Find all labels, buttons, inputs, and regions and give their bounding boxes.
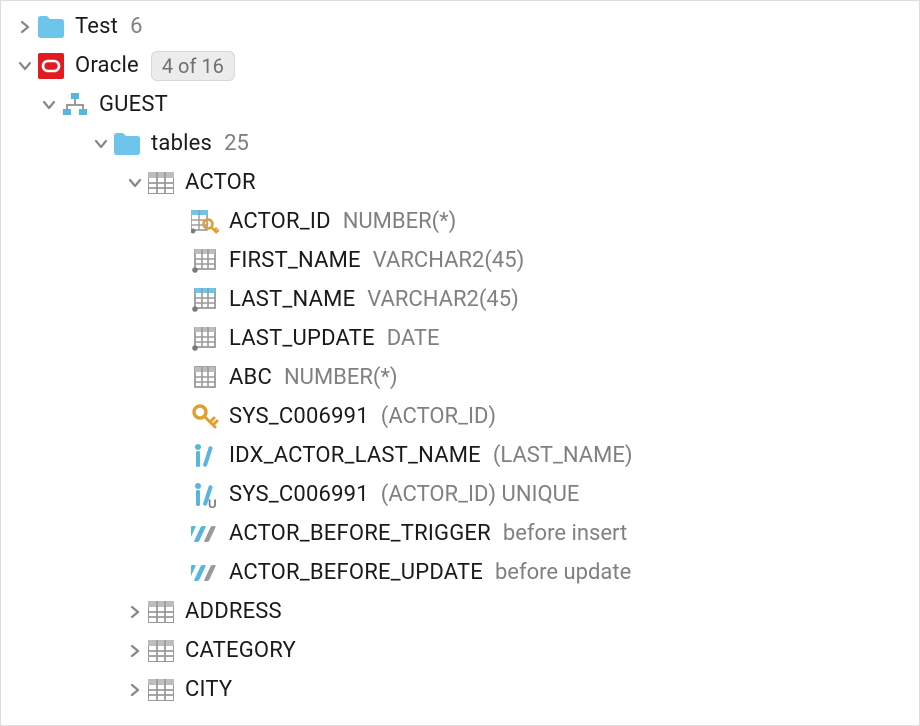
- tree-item-label: tables: [151, 131, 212, 156]
- column-notnull-icon: [191, 247, 219, 275]
- tree-item-column-first-name[interactable]: FIRST_NAME VARCHAR2(45): [1, 241, 919, 280]
- trigger-detail: before update: [495, 560, 631, 585]
- column-name: LAST_UPDATE: [229, 326, 375, 351]
- trigger-name: ACTOR_BEFORE_TRIGGER: [229, 521, 491, 546]
- tree-item-label: ADDRESS: [185, 599, 282, 624]
- tree-item-label: GUEST: [99, 92, 168, 117]
- index-name: SYS_C006991: [229, 482, 369, 507]
- column-notnull-icon: [191, 325, 219, 353]
- tree-item-trigger-actor-before-update[interactable]: ACTOR_BEFORE_UPDATE before update: [1, 553, 919, 592]
- folder-icon: [113, 130, 141, 158]
- tree-item-oracle[interactable]: Oracle 4 of 16: [1, 46, 919, 85]
- trigger-icon: [191, 559, 219, 587]
- count-badge: 4 of 16: [151, 51, 235, 81]
- tree-item-category[interactable]: CATEGORY: [1, 631, 919, 670]
- tree-item-label: Oracle: [75, 53, 139, 78]
- tree-item-label: CITY: [185, 677, 232, 702]
- tree-item-index-idx-actor-last-name[interactable]: IDX_ACTOR_LAST_NAME (LAST_NAME): [1, 436, 919, 475]
- column-type: VARCHAR2(45): [367, 287, 519, 312]
- column-name: LAST_NAME: [229, 287, 355, 312]
- chevron-right-icon[interactable]: [13, 21, 37, 33]
- table-icon: [147, 598, 175, 626]
- chevron-right-icon[interactable]: [123, 606, 147, 618]
- tree-item-column-last-name[interactable]: LAST_NAME VARCHAR2(45): [1, 280, 919, 319]
- tree-item-guest[interactable]: GUEST: [1, 85, 919, 124]
- schema-icon: [61, 91, 89, 119]
- tree-item-column-actor-id[interactable]: ACTOR_ID NUMBER(*): [1, 202, 919, 241]
- chevron-down-icon[interactable]: [89, 138, 113, 150]
- column-pk-icon: [191, 208, 219, 236]
- tree-item-count: 25: [224, 131, 249, 156]
- tree-item-actor[interactable]: ACTOR: [1, 163, 919, 202]
- folder-icon: [37, 13, 65, 41]
- tree-item-column-abc[interactable]: ABC NUMBER(*): [1, 358, 919, 397]
- trigger-detail: before insert: [503, 521, 627, 546]
- tree-item-column-last-update[interactable]: LAST_UPDATE DATE: [1, 319, 919, 358]
- tree-item-key-sys-c006991[interactable]: SYS_C006991 (ACTOR_ID): [1, 397, 919, 436]
- key-icon: [191, 403, 219, 431]
- column-name: ACTOR_ID: [229, 209, 331, 234]
- key-detail: (ACTOR_ID): [381, 404, 496, 429]
- column-name: FIRST_NAME: [229, 248, 361, 273]
- tree-item-label: CATEGORY: [185, 638, 296, 663]
- chevron-right-icon[interactable]: [123, 645, 147, 657]
- chevron-down-icon[interactable]: [123, 177, 147, 189]
- tree-item-city[interactable]: CITY: [1, 670, 919, 709]
- table-icon: [147, 169, 175, 197]
- column-type: NUMBER(*): [343, 209, 457, 234]
- index-unique-icon: U: [191, 481, 219, 509]
- tree-item-count: 6: [130, 14, 142, 39]
- oracle-icon: [37, 52, 65, 80]
- tree-item-index-sys-c006991[interactable]: U SYS_C006991 (ACTOR_ID) UNIQUE: [1, 475, 919, 514]
- svg-text:U: U: [208, 497, 217, 509]
- index-detail: (ACTOR_ID) UNIQUE: [381, 482, 580, 507]
- index-detail: (LAST_NAME): [493, 443, 633, 468]
- trigger-icon: [191, 520, 219, 548]
- trigger-name: ACTOR_BEFORE_UPDATE: [229, 560, 483, 585]
- column-type: NUMBER(*): [284, 365, 398, 390]
- table-icon: [147, 637, 175, 665]
- chevron-right-icon[interactable]: [123, 684, 147, 696]
- chevron-down-icon[interactable]: [37, 99, 61, 111]
- column-icon: [191, 364, 219, 392]
- column-type: VARCHAR2(45): [373, 248, 525, 273]
- column-indexed-icon: [191, 286, 219, 314]
- table-icon: [147, 676, 175, 704]
- tree-item-test[interactable]: Test 6: [1, 7, 919, 46]
- index-name: IDX_ACTOR_LAST_NAME: [229, 443, 481, 468]
- key-name: SYS_C006991: [229, 404, 369, 429]
- tree-item-label: Test: [75, 14, 118, 39]
- tree-item-address[interactable]: ADDRESS: [1, 592, 919, 631]
- index-icon: [191, 442, 219, 470]
- chevron-down-icon[interactable]: [13, 60, 37, 72]
- column-type: DATE: [387, 326, 440, 351]
- column-name: ABC: [229, 365, 272, 390]
- tree-item-trigger-actor-before-trigger[interactable]: ACTOR_BEFORE_TRIGGER before insert: [1, 514, 919, 553]
- tree-item-tables[interactable]: tables 25: [1, 124, 919, 163]
- tree-item-label: ACTOR: [185, 170, 256, 195]
